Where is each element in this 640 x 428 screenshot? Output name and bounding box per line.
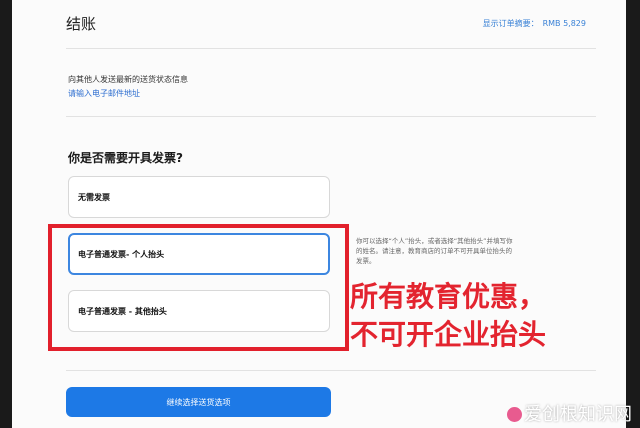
annotation-highlight-box	[48, 224, 349, 351]
notify-description: 向其他人发送最新的送货状态信息	[68, 75, 188, 84]
invoice-question: 你是否需要开具发票?	[68, 151, 183, 165]
header: 结账 显示订单摘要： RMB 5,829	[12, 0, 626, 44]
page-title: 结账	[66, 15, 97, 33]
annotation-text: 所有教育优惠， 不可开企业抬头	[350, 278, 610, 354]
order-summary-link[interactable]: 显示订单摘要： RMB 5,829	[483, 18, 586, 29]
annotation-line-1: 所有教育优惠，	[350, 280, 547, 313]
watermark: 爱创根知识网	[507, 400, 632, 426]
option-label: 无需发票	[78, 193, 110, 202]
order-summary-amount: RMB 5,829	[542, 19, 586, 28]
divider	[66, 370, 596, 371]
watermark-logo-icon	[507, 407, 522, 422]
divider	[66, 48, 596, 49]
order-summary-label: 显示订单摘要：	[482, 19, 539, 28]
email-link[interactable]: 请输入电子邮件地址	[68, 88, 140, 99]
checkout-page: 结账 显示订单摘要： RMB 5,829 向其他人发送最新的送货状态信息 请输入电…	[12, 0, 626, 428]
divider	[66, 116, 596, 117]
annotation-line-2: 不可开企业抬头	[350, 318, 547, 351]
watermark-text: 爱创根知识网	[524, 404, 632, 425]
invoice-info-text: 你可以选择“个人”抬头，或者选择“其他抬头”并填写你的姓名。请注意，教育商店的订…	[356, 237, 513, 265]
invoice-option-none[interactable]: 无需发票	[68, 176, 330, 218]
continue-shipping-button[interactable]: 继续选择送货选项	[66, 387, 331, 417]
